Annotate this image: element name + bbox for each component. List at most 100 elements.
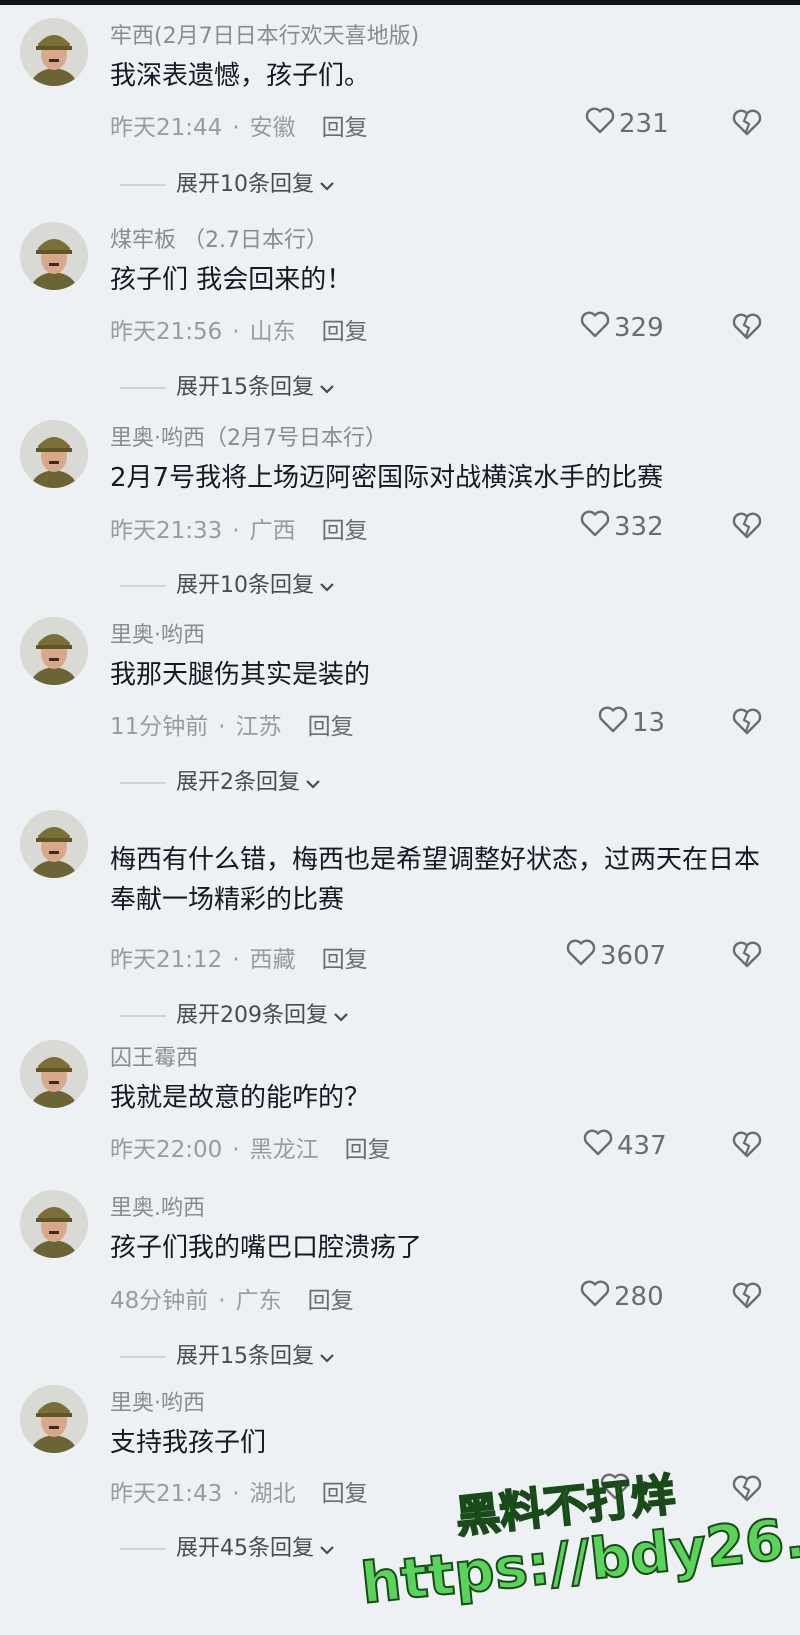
comment-location: 湖北: [249, 1481, 296, 1507]
avatar[interactable]: [20, 1190, 88, 1258]
reply-button[interactable]: 回复: [322, 108, 368, 142]
comment-location: 广西: [249, 518, 296, 544]
like-count: 332: [614, 511, 664, 542]
like-count: 437: [617, 1130, 667, 1161]
watermark-line1: 黑料不打烊: [452, 1469, 678, 1545]
like-button[interactable]: 231: [585, 106, 669, 141]
separator-dot: ·: [232, 319, 240, 345]
expand-replies-button[interactable]: 展开15条回复: [120, 1338, 336, 1370]
comment-text: 梅西有什么错，梅西也是希望调整好状态，过两天在日本奉献一场精彩的比赛: [110, 845, 761, 915]
comment-time: 昨天21:56: [110, 319, 223, 345]
expand-replies-button[interactable]: 展开2条回复: [120, 764, 322, 796]
comment-username[interactable]: 囚王霉西: [110, 1040, 198, 1072]
like-button[interactable]: [600, 1472, 634, 1507]
separator-dot: ·: [232, 1481, 240, 1507]
avatar[interactable]: [20, 18, 88, 86]
dislike-button[interactable]: [732, 707, 762, 739]
comment-text: 2月7号我将上场迈阿密国际对战横滨水手的比赛: [110, 463, 664, 493]
comment-meta: 昨天22:00 · 黑龙江 回复: [110, 1130, 391, 1164]
separator-dot: ·: [232, 115, 240, 141]
avatar[interactable]: [20, 1040, 88, 1108]
divider-line: [120, 1015, 166, 1017]
watermark-line2: https://bdy26.co: [357, 1497, 800, 1618]
heart-outline-icon: [585, 106, 615, 141]
heart-outline-icon: [580, 1279, 610, 1314]
divider-line: [120, 1356, 166, 1358]
comment-username[interactable]: 里奥·哟西: [110, 617, 205, 649]
like-count: 3607: [600, 940, 667, 971]
divider-line: [120, 184, 166, 186]
like-button[interactable]: 280: [580, 1279, 664, 1314]
separator-dot: ·: [232, 1137, 240, 1163]
dislike-button[interactable]: [732, 940, 762, 972]
reply-button[interactable]: 回复: [322, 1474, 368, 1508]
broken-heart-icon: [732, 512, 762, 543]
reply-button[interactable]: 回复: [308, 707, 354, 741]
comment-time: 昨天21:43: [110, 1481, 223, 1507]
like-button[interactable]: 329: [580, 310, 664, 345]
expand-replies-label: 展开2条回复: [176, 770, 300, 795]
top-edge-bar: [0, 0, 800, 5]
chevron-down-icon: [318, 173, 336, 198]
comment-time: 昨天22:00: [110, 1137, 223, 1163]
like-button[interactable]: 3607: [566, 938, 666, 973]
dislike-button[interactable]: [732, 312, 762, 344]
broken-heart-icon: [732, 313, 762, 344]
dislike-button[interactable]: [732, 108, 762, 140]
expand-replies-label: 展开209条回复: [176, 1003, 328, 1028]
like-button[interactable]: 437: [583, 1128, 667, 1163]
comment-text: 孩子们我的嘴巴口腔溃疡了: [110, 1233, 423, 1263]
dislike-button[interactable]: [732, 1130, 762, 1162]
broken-heart-icon: [732, 1282, 762, 1313]
expand-replies-button[interactable]: 展开10条回复: [120, 166, 336, 198]
divider-line: [120, 1548, 166, 1550]
separator-dot: ·: [218, 714, 226, 740]
expand-replies-button[interactable]: 展开10条回复: [120, 567, 336, 599]
separator-dot: ·: [232, 518, 240, 544]
divider-line: [120, 585, 166, 587]
like-button[interactable]: 13: [598, 705, 665, 740]
dislike-button[interactable]: [732, 511, 762, 543]
avatar[interactable]: [20, 617, 88, 685]
comment-location: 江苏: [235, 714, 282, 740]
chevron-down-icon: [318, 1537, 336, 1562]
dislike-button[interactable]: [732, 1474, 762, 1506]
chevron-down-icon: [304, 771, 322, 796]
expand-replies-button[interactable]: 展开209条回复: [120, 997, 350, 1029]
comment-username[interactable]: 牢西(2月7日日本行欢天喜地版): [110, 18, 419, 50]
reply-button[interactable]: 回复: [322, 511, 368, 545]
heart-outline-icon: [566, 938, 596, 973]
avatar[interactable]: [20, 420, 88, 488]
avatar[interactable]: [20, 222, 88, 290]
comment-meta: 昨天21:33 · 广西 回复: [110, 511, 368, 545]
comment-username[interactable]: 里奥.哟西: [110, 1190, 205, 1222]
comment-username[interactable]: 里奥·哟西（2月7号日本行）: [110, 420, 387, 452]
like-count: 280: [614, 1281, 664, 1312]
broken-heart-icon: [732, 708, 762, 739]
expand-replies-label: 展开15条回复: [176, 375, 314, 400]
comment-username[interactable]: 煤牢板 （2.7日本行）: [110, 222, 328, 254]
expand-replies-button[interactable]: 展开45条回复: [120, 1530, 336, 1562]
chevron-down-icon: [332, 1004, 350, 1029]
like-button[interactable]: 332: [580, 509, 664, 544]
comment-username[interactable]: 里奥·哟西: [110, 1385, 205, 1417]
watermark: 黑料不打烊 https://bdy26.co: [357, 1469, 800, 1630]
broken-heart-icon: [732, 1475, 762, 1506]
expand-replies-button[interactable]: 展开15条回复: [120, 369, 336, 401]
reply-button[interactable]: 回复: [322, 940, 368, 974]
broken-heart-icon: [732, 109, 762, 140]
dislike-button[interactable]: [732, 1281, 762, 1313]
heart-outline-icon: [580, 509, 610, 544]
reply-button[interactable]: 回复: [308, 1281, 354, 1315]
divider-line: [120, 782, 166, 784]
heart-outline-icon: [583, 1128, 613, 1163]
comment-meta: 11分钟前 · 江苏 回复: [110, 707, 354, 741]
reply-button[interactable]: 回复: [345, 1130, 391, 1164]
like-count: 329: [614, 312, 664, 343]
comment-text: 支持我孩子们: [110, 1428, 267, 1458]
avatar[interactable]: [20, 810, 88, 878]
comment-time: 48分钟前: [110, 1288, 209, 1314]
reply-button[interactable]: 回复: [322, 312, 368, 346]
avatar[interactable]: [20, 1385, 88, 1453]
broken-heart-icon: [732, 941, 762, 972]
